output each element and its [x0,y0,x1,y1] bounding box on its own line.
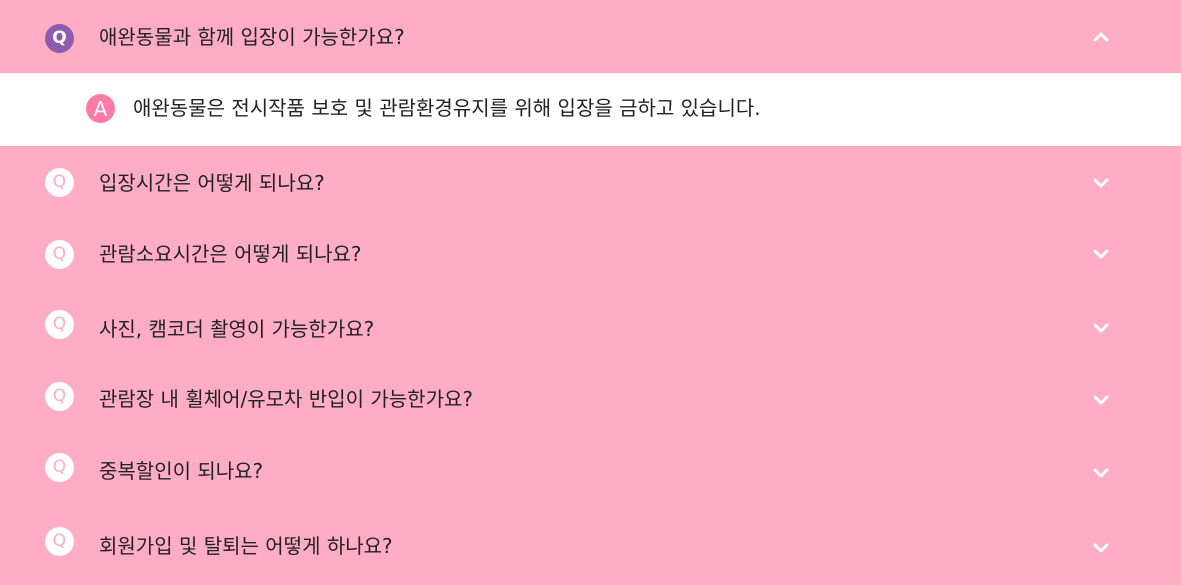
chevron-up-icon[interactable] [1092,31,1110,43]
faq-question-text: 사진, 캠코더 촬영이 가능한가요? [99,317,375,341]
faq-item-photo-camcorder[interactable]: Q 사진, 캠코더 촬영이 가능한가요? [0,290,1181,362]
faq-question-text: 중복할인이 되나요? [99,459,264,483]
faq-question-text: 관람장 내 휠체어/유모차 반입이 가능한가요? [99,387,473,411]
faq-item-duplicate-discount[interactable]: Q 중복할인이 되나요? [0,434,1181,506]
chevron-down-icon[interactable] [1092,322,1110,334]
faq-item-wheelchair-stroller[interactable]: Q 관람장 내 휠체어/유모차 반입이 가능한가요? [0,362,1181,434]
faq-question-text: 회원가입 및 탈퇴는 어떻게 하나요? [99,534,393,558]
faq-item-entry-time[interactable]: Q 입장시간은 어떻게 되나요? [0,146,1181,218]
question-badge-icon: Q [45,382,74,411]
chevron-down-icon[interactable] [1092,542,1110,554]
faq-item-pet-question[interactable]: Q 애완동물과 함께 입장이 가능한가요? [0,0,1181,73]
faq-item-viewing-duration[interactable]: Q 관람소요시간은 어떻게 되나요? [0,218,1181,290]
answer-badge-icon: A [86,94,115,123]
faq-list: Q 애완동물과 함께 입장이 가능한가요? A 애완동물은 전시작품 보호 및 … [0,0,1181,585]
question-badge-icon: Q [45,168,74,197]
question-badge-icon: Q [45,240,74,269]
question-badge-icon: Q [45,453,74,482]
faq-item-membership[interactable]: Q 회원가입 및 탈퇴는 어떻게 하나요? [0,506,1181,585]
faq-question-text: 애완동물과 함께 입장이 가능한가요? [99,25,405,49]
faq-question-text: 입장시간은 어떻게 되나요? [99,171,325,195]
question-badge-icon: Q [45,310,74,339]
faq-question-text: 관람소요시간은 어떻게 되나요? [99,242,362,266]
question-badge-icon: Q [45,24,74,53]
chevron-down-icon[interactable] [1092,394,1110,406]
faq-answer-text: 애완동물은 전시작품 보호 및 관람환경유지를 위해 입장을 금하고 있습니다. [133,96,761,120]
chevron-down-icon[interactable] [1092,177,1110,189]
chevron-down-icon[interactable] [1092,467,1110,479]
chevron-down-icon[interactable] [1092,248,1110,260]
question-badge-icon: Q [45,527,74,556]
